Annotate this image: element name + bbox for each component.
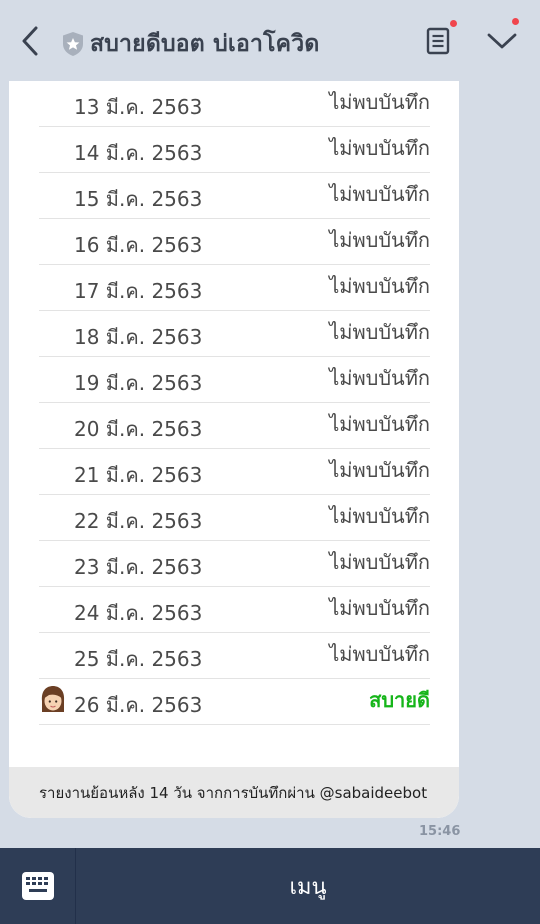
message-timestamp: 15:46 — [419, 824, 461, 839]
report-status: สบายดี — [369, 687, 430, 712]
report-row: 25 มี.ค. 2563 ไม่พบบันทึก — [39, 633, 430, 679]
report-date: 25 มี.ค. 2563 — [74, 646, 203, 671]
report-row: 14 มี.ค. 2563 ไม่พบบันทึก — [39, 127, 430, 173]
report-row: 21 มี.ค. 2563 ไม่พบบันทึก — [39, 449, 430, 495]
report-row: 18 มี.ค. 2563 ไม่พบบันทึก — [39, 311, 430, 357]
report-date: 19 มี.ค. 2563 — [74, 370, 203, 395]
chat-title-group[interactable]: สบายดีบอต บ่เอาโควิด — [62, 26, 320, 62]
report-row: 23 มี.ค. 2563 ไม่พบบันทึก — [39, 541, 430, 587]
chat-title: สบายดีบอต บ่เอาโควิด — [90, 31, 320, 57]
report-status: ไม่พบบันทึก — [329, 89, 430, 114]
more-options-button[interactable] — [482, 18, 522, 60]
chat-header: สบายดีบอต บ่เอาโควิด — [0, 0, 540, 82]
report-date: 17 มี.ค. 2563 — [74, 278, 203, 303]
notes-notification-dot — [450, 20, 457, 27]
report-row: 24 มี.ค. 2563 ไม่พบบันทึก — [39, 587, 430, 633]
report-status: ไม่พบบันทึก — [329, 273, 430, 298]
chevron-down-icon — [487, 33, 517, 49]
report-footer: รายงานย้อนหลัง 14 วัน จากการบันทึกผ่าน @… — [9, 767, 459, 818]
report-status: ไม่พบบันทึก — [329, 549, 430, 574]
report-date: 14 มี.ค. 2563 — [74, 140, 203, 165]
report-date: 24 มี.ค. 2563 — [74, 600, 203, 625]
report-message-bubble: 13 มี.ค. 2563 ไม่พบบันทึก 14 มี.ค. 2563 ไม่… — [9, 81, 459, 818]
back-arrow-icon — [22, 26, 38, 56]
report-status: ไม่พบบันทึก — [329, 227, 430, 252]
keyboard-icon — [21, 872, 54, 900]
report-row: 19 มี.ค. 2563 ไม่พบบันทึก — [39, 357, 430, 403]
bottom-menu-bar: เมนู — [0, 848, 540, 924]
report-row: 17 มี.ค. 2563 ไม่พบบันทึก — [39, 265, 430, 311]
girl-avatar-icon — [41, 686, 65, 712]
report-status: ไม่พบบันทึก — [329, 641, 430, 666]
report-date: 13 มี.ค. 2563 — [74, 94, 203, 119]
report-status: ไม่พบบันทึก — [329, 503, 430, 528]
report-row: 20 มี.ค. 2563 ไม่พบบันทึก — [39, 403, 430, 449]
report-row: 22 มี.ค. 2563 ไม่พบบันทึก — [39, 495, 430, 541]
report-date: 20 มี.ค. 2563 — [74, 416, 203, 441]
notes-icon — [426, 27, 450, 55]
report-status: ไม่พบบันทึก — [329, 181, 430, 206]
back-button[interactable] — [14, 24, 48, 58]
report-row: 26 มี.ค. 2563 สบายดี — [39, 679, 430, 725]
report-date: 22 มี.ค. 2563 — [74, 508, 203, 533]
more-notification-dot — [512, 18, 519, 25]
report-table: 13 มี.ค. 2563 ไม่พบบันทึก 14 มี.ค. 2563 ไม่… — [39, 81, 430, 725]
shield-star-icon — [63, 32, 83, 56]
menu-button[interactable]: เมนู — [76, 869, 540, 904]
report-footer-text: รายงานย้อนหลัง 14 วัน จากการบันทึกผ่าน @… — [39, 783, 428, 802]
report-status: ไม่พบบันทึก — [329, 457, 430, 482]
report-row: 13 มี.ค. 2563 ไม่พบบันทึก — [39, 81, 430, 127]
report-status: ไม่พบบันทึก — [329, 595, 430, 620]
report-date: 26 มี.ค. 2563 — [74, 692, 203, 717]
report-status: ไม่พบบันทึก — [329, 411, 430, 436]
report-date: 18 มี.ค. 2563 — [74, 324, 203, 349]
report-date: 23 มี.ค. 2563 — [74, 554, 203, 579]
report-date: 21 มี.ค. 2563 — [74, 462, 203, 487]
keyboard-toggle-button[interactable] — [0, 848, 76, 924]
report-date: 16 มี.ค. 2563 — [74, 232, 203, 257]
report-status: ไม่พบบันทึก — [329, 135, 430, 160]
report-status: ไม่พบบันทึก — [329, 365, 430, 390]
report-status: ไม่พบบันทึก — [329, 319, 430, 344]
report-date: 15 มี.ค. 2563 — [74, 186, 203, 211]
report-row: 16 มี.ค. 2563 ไม่พบบันทึก — [39, 219, 430, 265]
notes-button[interactable] — [420, 20, 458, 60]
report-row: 15 มี.ค. 2563 ไม่พบบันทึก — [39, 173, 430, 219]
